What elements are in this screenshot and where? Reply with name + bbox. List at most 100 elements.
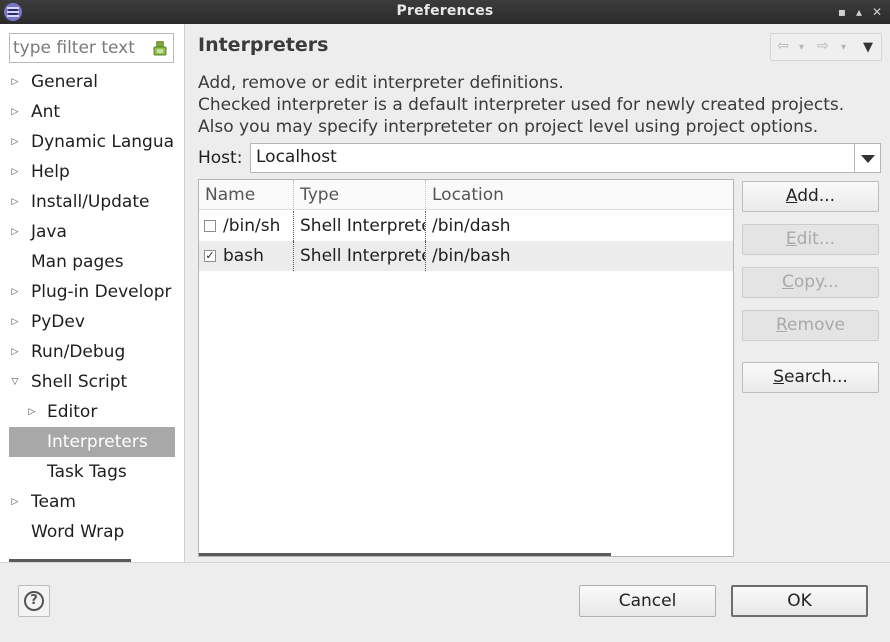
tree-item-dynamic-languages[interactable]: ▷ Dynamic Langua bbox=[9, 127, 175, 157]
button-label: opy... bbox=[793, 272, 839, 292]
tree-item-shell-script[interactable]: ▽ Shell Script bbox=[9, 367, 175, 397]
table-header: Name Type Location bbox=[199, 180, 733, 210]
button-label: dd... bbox=[797, 186, 836, 206]
button-label: emove bbox=[787, 315, 845, 335]
preferences-navigation: ▷ General ▷ Ant ▷ Dynamic Langua ▷ Help … bbox=[0, 24, 185, 562]
column-header-type[interactable]: Type bbox=[293, 180, 425, 210]
host-select[interactable]: Localhost bbox=[250, 143, 881, 173]
mnemonic: S bbox=[773, 367, 784, 387]
back-menu-chevron-icon[interactable]: ▾ bbox=[799, 42, 804, 53]
tree-item-label: Ant bbox=[31, 102, 61, 122]
description-line: Add, remove or edit interpreter definiti… bbox=[198, 73, 564, 93]
page-description: Add, remove or edit interpreter definiti… bbox=[198, 72, 844, 138]
tree-item-word-wrap[interactable]: Word Wrap bbox=[9, 517, 175, 547]
tree-item-label: Install/Update bbox=[31, 192, 150, 212]
host-label: Host: bbox=[198, 148, 243, 168]
button-label: dit... bbox=[796, 229, 836, 249]
default-interpreter-checkbox[interactable]: ✓ bbox=[204, 250, 216, 262]
expand-arrow-icon[interactable]: ▷ bbox=[9, 127, 21, 157]
tree-item-label: Word Wrap bbox=[31, 522, 125, 542]
expand-arrow-icon[interactable]: ▷ bbox=[9, 97, 21, 127]
expand-arrow-icon[interactable]: ▷ bbox=[9, 157, 21, 187]
tree-item-team[interactable]: ▷ Team bbox=[9, 487, 175, 517]
ok-button[interactable]: OK bbox=[731, 585, 868, 617]
remove-button[interactable]: Remove bbox=[742, 310, 879, 341]
tree-item-java[interactable]: ▷ Java bbox=[9, 217, 175, 247]
search-button[interactable]: Search... bbox=[742, 362, 879, 393]
help-icon: ? bbox=[24, 591, 44, 611]
expand-arrow-icon[interactable]: ▷ bbox=[9, 277, 21, 307]
tree-item-plugin-development[interactable]: ▷ Plug-in Developr bbox=[9, 277, 175, 307]
mnemonic: A bbox=[785, 186, 798, 206]
tree-item-help[interactable]: ▷ Help bbox=[9, 157, 175, 187]
tree-item-editor[interactable]: ▷ Editor bbox=[9, 397, 175, 427]
cell-type: Shell Interpreter bbox=[293, 211, 425, 241]
mnemonic: C bbox=[782, 272, 794, 292]
table-horizontal-scrollbar[interactable] bbox=[199, 553, 611, 556]
expand-arrow-icon[interactable]: ▷ bbox=[9, 67, 21, 97]
tree-item-task-tags[interactable]: Task Tags bbox=[9, 457, 175, 487]
column-header-location[interactable]: Location bbox=[425, 180, 733, 210]
cell-location: /bin/bash bbox=[425, 241, 725, 271]
table-row[interactable]: ✓ bash Shell Interpreter /bin/bash bbox=[199, 241, 733, 271]
back-icon[interactable]: ⇦ bbox=[777, 38, 789, 54]
tree-item-label: Help bbox=[31, 162, 70, 182]
tree-item-pydev[interactable]: ▷ PyDev bbox=[9, 307, 175, 337]
interpreters-table: Name Type Location /bin/sh Shell Interpr… bbox=[198, 179, 734, 557]
table-row[interactable]: /bin/sh Shell Interpreter /bin/dash bbox=[199, 211, 733, 241]
minimize-button[interactable]: ▪ bbox=[834, 4, 850, 20]
tree-item-interpreters[interactable]: Interpreters bbox=[9, 427, 175, 457]
host-select-value: Localhost bbox=[256, 147, 337, 167]
expand-arrow-icon[interactable]: ▷ bbox=[9, 307, 21, 337]
title-bar: Preferences ▪ ▴ ✕ bbox=[0, 0, 890, 24]
cell-location: /bin/dash bbox=[425, 211, 725, 241]
window-title: Preferences bbox=[396, 3, 494, 19]
tree-item-ant[interactable]: ▷ Ant bbox=[9, 97, 175, 127]
interpreters-page: Interpreters ⇦ ▾ ⇨ ▾ ▼ Add, remove or ed… bbox=[186, 24, 890, 562]
expand-arrow-icon[interactable]: ▷ bbox=[9, 337, 21, 367]
view-menu-icon[interactable]: ▼ bbox=[863, 40, 873, 55]
forward-icon[interactable]: ⇨ bbox=[817, 38, 829, 54]
tree-item-label: Editor bbox=[47, 402, 98, 422]
cell-name: bash bbox=[223, 246, 264, 266]
preferences-tree: ▷ General ▷ Ant ▷ Dynamic Langua ▷ Help … bbox=[9, 67, 175, 547]
maximize-button[interactable]: ▴ bbox=[851, 4, 867, 20]
tree-item-label: Java bbox=[31, 222, 67, 242]
tree-item-label: Team bbox=[31, 492, 76, 512]
collapse-arrow-icon[interactable]: ▽ bbox=[9, 367, 21, 397]
page-navigation-toolbar: ⇦ ▾ ⇨ ▾ ▼ bbox=[770, 33, 882, 61]
description-line: Also you may specify interpreteter on pr… bbox=[198, 117, 819, 137]
tree-item-label: Man pages bbox=[31, 252, 124, 272]
tree-item-label: General bbox=[31, 72, 98, 92]
column-header-name[interactable]: Name bbox=[199, 180, 293, 210]
tree-item-man-pages[interactable]: Man pages bbox=[9, 247, 175, 277]
tree-item-label: Dynamic Langua bbox=[31, 132, 175, 152]
tree-item-run-debug[interactable]: ▷ Run/Debug bbox=[9, 337, 175, 367]
edit-button[interactable]: Edit... bbox=[742, 224, 879, 255]
expand-arrow-icon[interactable]: ▷ bbox=[9, 187, 21, 217]
default-interpreter-checkbox[interactable] bbox=[204, 220, 216, 232]
page-title: Interpreters bbox=[198, 34, 329, 56]
cell-name: /bin/sh bbox=[223, 216, 281, 236]
copy-button[interactable]: Copy... bbox=[742, 267, 879, 298]
filter-input[interactable] bbox=[13, 36, 151, 60]
tree-item-install-update[interactable]: ▷ Install/Update bbox=[9, 187, 175, 217]
description-line: Checked interpreter is a default interpr… bbox=[198, 95, 845, 115]
help-button[interactable]: ? bbox=[18, 585, 50, 617]
tree-item-label: Run/Debug bbox=[31, 342, 126, 362]
tree-item-label: PyDev bbox=[31, 312, 85, 332]
tree-item-label: Task Tags bbox=[47, 462, 127, 482]
mnemonic: R bbox=[775, 315, 788, 335]
dropdown-arrow-icon[interactable] bbox=[854, 144, 880, 172]
tree-item-general[interactable]: ▷ General bbox=[9, 67, 175, 97]
clear-filter-icon[interactable] bbox=[152, 39, 168, 57]
tree-item-label: Plug-in Developr bbox=[31, 282, 172, 302]
add-button[interactable]: Add... bbox=[742, 181, 879, 212]
close-button[interactable]: ✕ bbox=[869, 4, 885, 20]
expand-arrow-icon[interactable]: ▷ bbox=[9, 217, 21, 247]
expand-arrow-icon[interactable]: ▷ bbox=[9, 487, 21, 517]
cell-type: Shell Interpreter bbox=[293, 241, 425, 271]
forward-menu-chevron-icon[interactable]: ▾ bbox=[841, 42, 846, 53]
cancel-button[interactable]: Cancel bbox=[579, 585, 716, 617]
expand-arrow-icon[interactable]: ▷ bbox=[26, 397, 38, 427]
